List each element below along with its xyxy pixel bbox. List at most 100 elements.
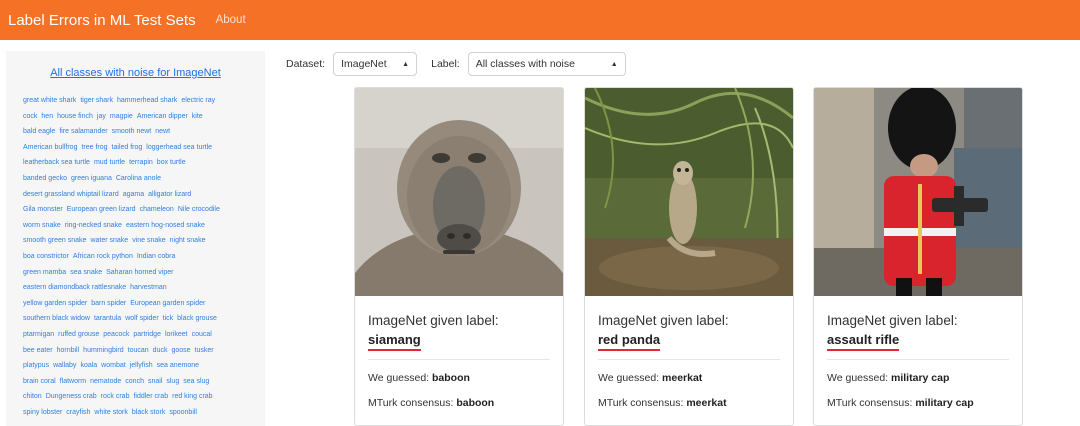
class-link[interactable]: yellow garden spider bbox=[23, 300, 87, 307]
class-link[interactable]: harvestman bbox=[130, 284, 167, 291]
class-link[interactable]: nematode bbox=[90, 378, 121, 385]
class-link[interactable]: bald eagle bbox=[23, 128, 55, 135]
class-link[interactable]: jellyfish bbox=[130, 362, 153, 369]
class-link[interactable]: spoonbill bbox=[169, 409, 197, 416]
class-link[interactable]: conch bbox=[125, 378, 144, 385]
class-link[interactable]: Carolina anole bbox=[116, 175, 161, 182]
class-link[interactable]: Saharan horned viper bbox=[106, 269, 173, 276]
class-link[interactable]: tiger shark bbox=[80, 97, 113, 104]
class-link[interactable]: hammerhead shark bbox=[117, 97, 177, 104]
class-link[interactable]: hen bbox=[41, 113, 53, 120]
class-link[interactable]: fire salamander bbox=[59, 128, 107, 135]
class-link[interactable]: wallaby bbox=[53, 362, 76, 369]
class-link[interactable]: alligator lizard bbox=[148, 191, 191, 198]
class-link[interactable]: European garden spider bbox=[130, 300, 205, 307]
class-link[interactable]: cock bbox=[23, 113, 37, 120]
class-link[interactable]: European green lizard bbox=[67, 206, 136, 213]
class-link[interactable]: Dungeness crab bbox=[46, 393, 97, 400]
class-link[interactable]: ruffed grouse bbox=[58, 331, 99, 338]
class-link[interactable]: black stork bbox=[132, 409, 165, 416]
class-link[interactable]: green iguana bbox=[71, 175, 112, 182]
class-link[interactable]: ring-necked snake bbox=[65, 222, 122, 229]
class-link[interactable]: hummingbird bbox=[83, 347, 123, 354]
class-link[interactable]: house finch bbox=[57, 113, 93, 120]
class-link[interactable]: African rock python bbox=[73, 253, 133, 260]
class-link[interactable]: southern black widow bbox=[23, 315, 90, 322]
class-link[interactable]: water snake bbox=[90, 237, 128, 244]
class-link[interactable]: wombat bbox=[101, 362, 126, 369]
class-link[interactable]: Gila monster bbox=[23, 206, 63, 213]
class-link[interactable]: night snake bbox=[170, 237, 206, 244]
class-link[interactable]: tick bbox=[163, 315, 174, 322]
class-link[interactable]: coucal bbox=[192, 331, 212, 338]
class-link[interactable]: Nile crocodile bbox=[178, 206, 220, 213]
class-link[interactable]: brain coral bbox=[23, 378, 56, 385]
class-link[interactable]: smooth newt bbox=[112, 128, 152, 135]
class-link[interactable]: barn spider bbox=[91, 300, 126, 307]
class-link[interactable]: bee eater bbox=[23, 347, 53, 354]
class-link[interactable]: duck bbox=[153, 347, 168, 354]
class-link[interactable]: boa constrictor bbox=[23, 253, 69, 260]
class-link[interactable]: eastern diamondback rattlesnake bbox=[23, 284, 126, 291]
class-link[interactable]: flatworm bbox=[60, 378, 86, 385]
card-image-guard[interactable] bbox=[814, 88, 1022, 296]
class-link[interactable]: toucan bbox=[128, 347, 149, 354]
class-link[interactable]: hornbill bbox=[57, 347, 80, 354]
dataset-select[interactable]: ImageNet ▲︎ bbox=[333, 52, 418, 76]
class-link[interactable]: rock crab bbox=[101, 393, 130, 400]
class-link[interactable]: worm snake bbox=[23, 222, 61, 229]
class-link[interactable]: lorikeet bbox=[165, 331, 188, 338]
class-link[interactable]: vine snake bbox=[132, 237, 165, 244]
class-link[interactable]: jay bbox=[97, 113, 106, 120]
class-link[interactable]: snail bbox=[148, 378, 162, 385]
class-link[interactable]: crayfish bbox=[66, 409, 90, 416]
class-link[interactable]: American dipper bbox=[137, 113, 188, 120]
class-link[interactable]: box turtle bbox=[157, 159, 186, 166]
class-link[interactable]: leatherback sea turtle bbox=[23, 159, 90, 166]
class-link[interactable]: Indian cobra bbox=[137, 253, 176, 260]
class-link[interactable]: koala bbox=[80, 362, 97, 369]
class-link[interactable]: green mamba bbox=[23, 269, 66, 276]
class-link[interactable]: red king crab bbox=[172, 393, 212, 400]
class-link[interactable]: goose bbox=[171, 347, 190, 354]
class-link[interactable]: peacock bbox=[103, 331, 129, 338]
class-link[interactable]: partridge bbox=[133, 331, 161, 338]
brand-title[interactable]: Label Errors in ML Test Sets bbox=[8, 12, 196, 29]
class-link[interactable]: terrapin bbox=[129, 159, 153, 166]
class-link[interactable]: newt bbox=[155, 128, 170, 135]
card-image-baboon[interactable] bbox=[355, 88, 563, 296]
class-link[interactable]: mud turtle bbox=[94, 159, 125, 166]
class-link[interactable]: wolf spider bbox=[125, 315, 158, 322]
class-link[interactable]: platypus bbox=[23, 362, 49, 369]
class-link[interactable]: banded gecko bbox=[23, 175, 67, 182]
class-link[interactable]: sea anemone bbox=[157, 362, 199, 369]
class-link[interactable]: spiny lobster bbox=[23, 409, 62, 416]
class-link[interactable]: kite bbox=[192, 113, 203, 120]
class-link[interactable]: chameleon bbox=[140, 206, 174, 213]
class-link[interactable]: great white shark bbox=[23, 97, 76, 104]
nav-about-link[interactable]: About bbox=[216, 14, 246, 26]
sidebar-title-link[interactable]: All classes with noise for ImageNet bbox=[6, 67, 265, 79]
class-link[interactable]: smooth green snake bbox=[23, 237, 86, 244]
class-link[interactable]: sea slug bbox=[183, 378, 209, 385]
class-link[interactable]: electric ray bbox=[181, 97, 215, 104]
class-link[interactable]: agama bbox=[123, 191, 144, 198]
class-link[interactable]: American bullfrog bbox=[23, 144, 77, 151]
class-link[interactable]: tree frog bbox=[81, 144, 107, 151]
class-link[interactable]: ptarmigan bbox=[23, 331, 54, 338]
label-select[interactable]: All classes with noise ▲︎ bbox=[467, 52, 626, 76]
class-link[interactable]: white stork bbox=[94, 409, 127, 416]
class-link[interactable]: black grouse bbox=[177, 315, 217, 322]
class-link[interactable]: slug bbox=[166, 378, 179, 385]
class-link[interactable]: tailed frog bbox=[112, 144, 143, 151]
class-link[interactable]: magpie bbox=[110, 113, 133, 120]
class-link[interactable]: desert grassland whiptail lizard bbox=[23, 191, 119, 198]
class-link[interactable]: eastern hog-nosed snake bbox=[126, 222, 205, 229]
card-image-meerkat[interactable] bbox=[585, 88, 793, 296]
class-link[interactable]: sea snake bbox=[70, 269, 102, 276]
class-link[interactable]: fiddler crab bbox=[133, 393, 168, 400]
class-link[interactable]: tusker bbox=[195, 347, 214, 354]
class-link[interactable]: chiton bbox=[23, 393, 42, 400]
class-link[interactable]: tarantula bbox=[94, 315, 121, 322]
class-link[interactable]: loggerhead sea turtle bbox=[146, 144, 212, 151]
